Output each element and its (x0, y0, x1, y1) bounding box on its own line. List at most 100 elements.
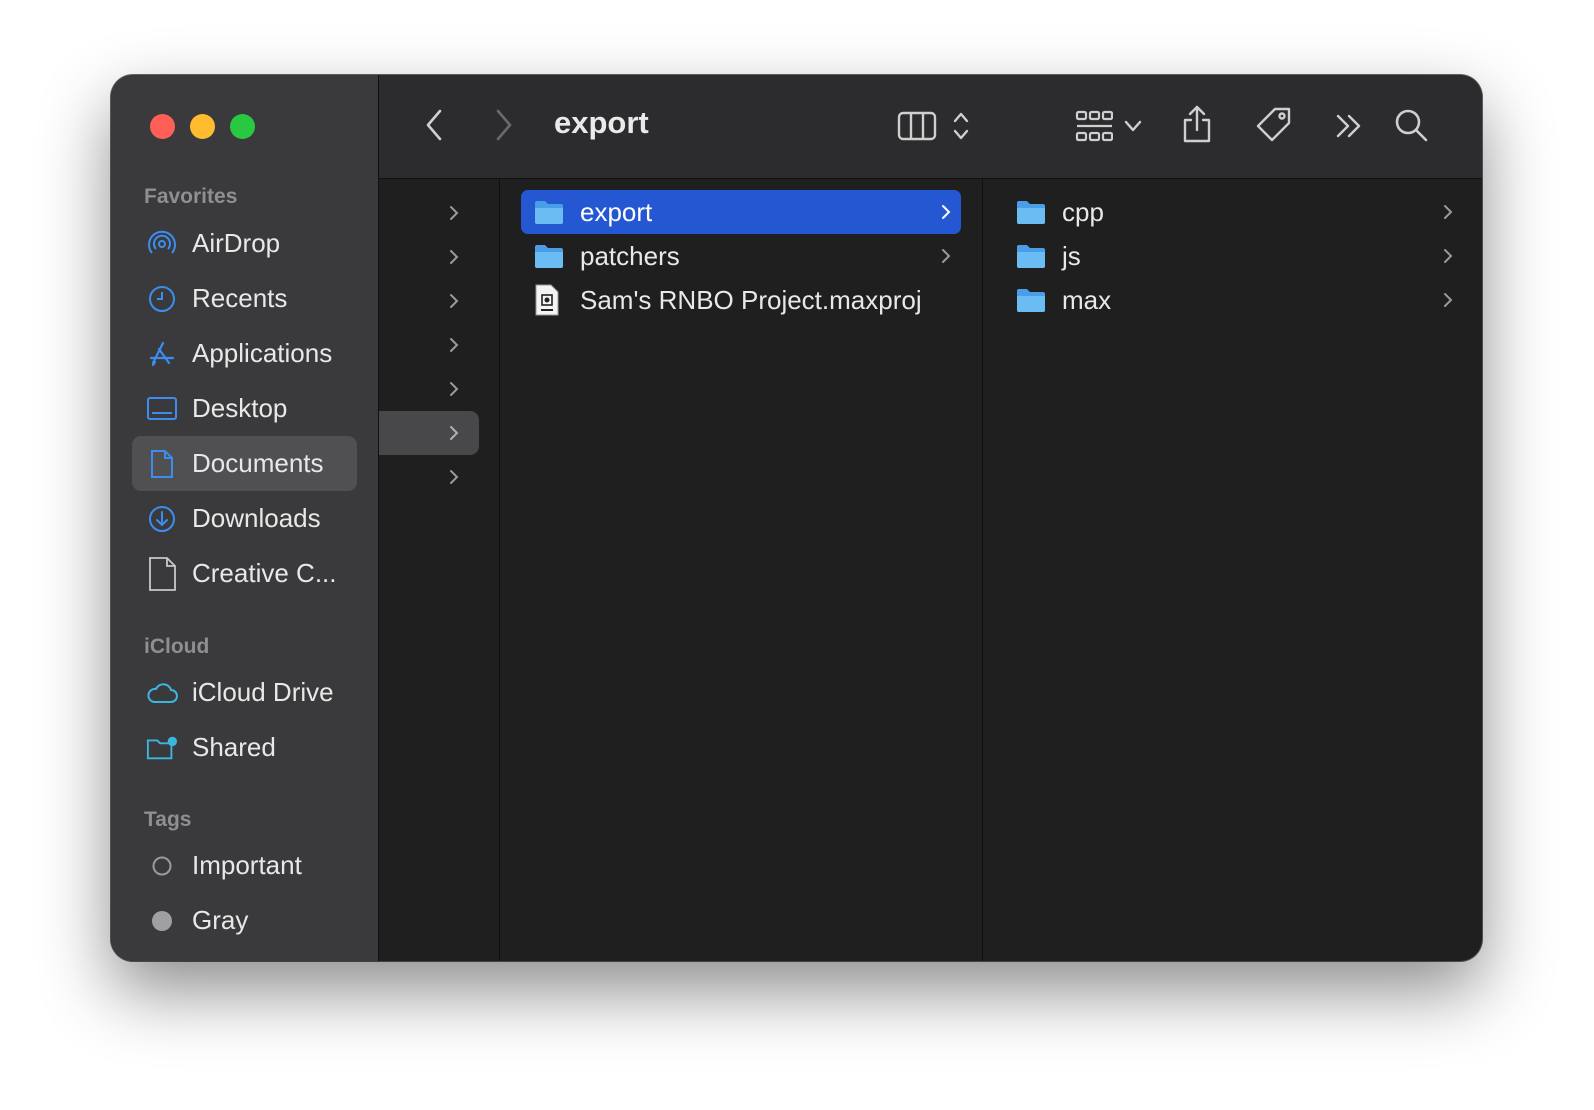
item-name: Sam's RNBO Project.maxproj (580, 284, 922, 315)
list-item-selected[interactable] (379, 411, 479, 455)
sidebar-item-label: Shared (192, 732, 276, 762)
item-name: js (1062, 240, 1081, 271)
chevron-right-icon (450, 426, 459, 440)
sidebar-item-applications[interactable]: Applications (132, 326, 357, 381)
airdrop-icon (146, 228, 178, 260)
finder-window: Favorites AirDrop Recents Applications D… (111, 75, 1482, 961)
sidebar-item-label: Desktop (192, 393, 288, 423)
file-icon (146, 556, 178, 591)
sidebar-item-label: Important (192, 850, 302, 880)
minimize-button[interactable] (190, 114, 215, 139)
tag-button[interactable] (1253, 103, 1295, 147)
section-title-favorites: Favorites (144, 185, 238, 208)
chevron-left-icon (426, 109, 442, 141)
tag-icon (1256, 107, 1291, 142)
sidebar-item-label: Downloads (192, 503, 321, 533)
sidebar: Favorites AirDrop Recents Applications D… (111, 75, 379, 961)
cloud-icon (146, 677, 178, 709)
chevron-right-icon (1443, 234, 1453, 278)
sidebar-item-downloads[interactable]: Downloads (132, 491, 357, 546)
chevron-right-icon (450, 206, 459, 220)
list-item[interactable] (379, 455, 479, 499)
folder-icon (534, 198, 566, 226)
document-icon (146, 448, 178, 480)
sidebar-item-label: Recents (192, 283, 288, 313)
sidebar-item-label: Applications (192, 338, 333, 368)
list-item[interactable] (379, 279, 479, 323)
more-button[interactable] (1331, 105, 1367, 147)
chevron-right-icon (1443, 278, 1453, 322)
applications-icon (146, 338, 178, 370)
toolbar: export (379, 75, 1482, 179)
list-item[interactable] (379, 191, 479, 235)
section-title-icloud: iCloud (144, 635, 210, 658)
group-grid-icon (1075, 110, 1113, 142)
sidebar-item-airdrop[interactable]: AirDrop (132, 216, 357, 271)
desktop-icon (146, 393, 178, 425)
item-name: patchers (580, 240, 680, 271)
column-project: export patchers Sam's RNBO Project.maxpr… (500, 179, 983, 961)
shared-folder-icon (146, 732, 178, 764)
sidebar-item-recents[interactable]: Recents (132, 271, 357, 326)
folder-icon (1016, 286, 1048, 314)
chevron-right-icon (941, 234, 951, 278)
sidebar-item-label: Creative C... (192, 558, 337, 588)
sidebar-item-desktop[interactable]: Desktop (132, 381, 357, 436)
chevron-right-icon (941, 190, 951, 234)
list-item-js[interactable]: js (1003, 234, 1463, 278)
share-icon (1183, 105, 1211, 143)
item-name: max (1062, 284, 1112, 315)
forward-button[interactable] (489, 105, 519, 145)
window-title: export (554, 105, 649, 140)
double-chevron-icon (1336, 114, 1361, 138)
back-button[interactable] (419, 105, 449, 145)
clock-icon (146, 283, 178, 315)
sidebar-item-label: Gray (192, 905, 249, 935)
chevron-down-icon (1124, 120, 1142, 132)
window-controls (150, 114, 255, 139)
chevron-right-icon (450, 382, 459, 396)
sidebar-item-label: AirDrop (192, 228, 281, 258)
sidebar-item-label: Documents (192, 448, 324, 478)
folder-icon (1016, 198, 1048, 226)
download-icon (146, 503, 178, 535)
item-name: cpp (1062, 196, 1104, 227)
list-item-max[interactable]: max (1003, 278, 1463, 322)
list-item[interactable] (379, 367, 479, 411)
tag-circle-empty-icon (146, 850, 178, 882)
close-button[interactable] (150, 114, 175, 139)
list-item[interactable] (379, 323, 479, 367)
sidebar-item-label: iCloud Drive (192, 677, 334, 707)
sidebar-item-creative-cloud[interactable]: Creative C... (132, 546, 357, 601)
chevron-right-icon (450, 294, 459, 308)
up-down-chevron-icon (953, 112, 969, 140)
chevron-right-icon (450, 338, 459, 352)
search-icon (1395, 109, 1428, 142)
list-item-maxproj[interactable]: Sam's RNBO Project.maxproj (521, 278, 961, 322)
tag-circle-gray-icon (146, 905, 178, 937)
share-button[interactable] (1177, 101, 1217, 147)
column-parent (379, 179, 500, 961)
column-export: cpp js max (983, 179, 1482, 961)
zoom-button[interactable] (230, 114, 255, 139)
folder-icon (534, 242, 566, 270)
sidebar-item-shared[interactable]: Shared (132, 720, 357, 775)
search-button[interactable] (1391, 103, 1431, 147)
column-view-icon (897, 111, 937, 141)
sidebar-item-tag-gray[interactable]: Gray (132, 893, 357, 948)
chevron-right-icon (496, 109, 512, 141)
maxproj-file-icon (534, 284, 566, 316)
chevron-right-icon (1443, 190, 1453, 234)
group-button[interactable] (1069, 105, 1149, 147)
chevron-right-icon (450, 470, 459, 484)
section-title-tags: Tags (144, 808, 192, 831)
sidebar-item-tag-important[interactable]: Important (132, 838, 357, 893)
list-item-export[interactable]: export (521, 190, 961, 234)
chevron-right-icon (450, 250, 459, 264)
view-options-button[interactable] (889, 105, 979, 147)
sidebar-item-documents[interactable]: Documents (132, 436, 357, 491)
list-item[interactable] (379, 235, 479, 279)
sidebar-item-icloud-drive[interactable]: iCloud Drive (132, 665, 357, 720)
list-item-cpp[interactable]: cpp (1003, 190, 1463, 234)
list-item-patchers[interactable]: patchers (521, 234, 961, 278)
